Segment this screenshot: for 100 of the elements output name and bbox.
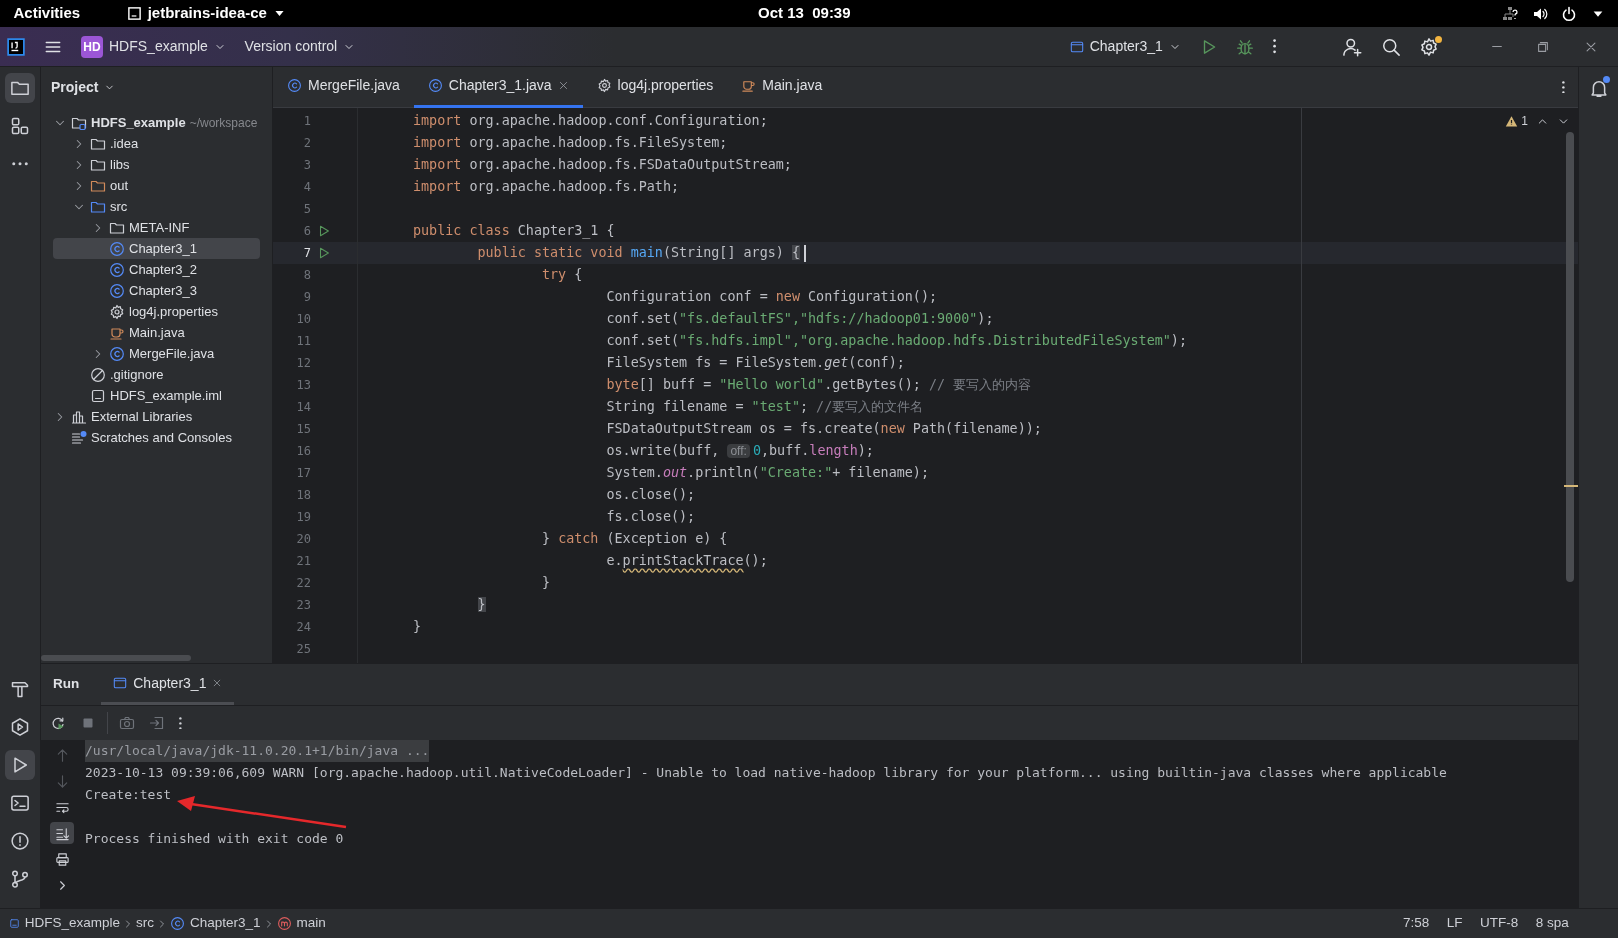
code-line: FSDataOutputStream os = fs.create(new Path(filename));: [605, 420, 1042, 438]
line-number: 10: [295, 311, 311, 328]
status-item[interactable]: 8 spa: [1533, 913, 1571, 934]
network-icon[interactable]: [1502, 5, 1518, 22]
console-output: Create:test: [85, 786, 172, 804]
vcs-menu[interactable]: Version control: [238, 32, 362, 61]
libraries-icon: [71, 408, 87, 425]
run-configuration[interactable]: Chapter3_1: [1063, 32, 1187, 61]
minimize-icon: [1492, 45, 1503, 48]
terminal-icon: [10, 793, 30, 813]
run-tab[interactable]: Chapter3_1: [101, 664, 235, 705]
add-user-icon: [1341, 36, 1362, 57]
project-name: HDFS_example: [109, 37, 208, 56]
code-line: }: [413, 618, 422, 636]
app-menu[interactable]: jetbrains-idea-ce: [120, 0, 292, 29]
status-item[interactable]: 7:58: [1400, 913, 1432, 934]
tree-item[interactable]: Chapter3_1: [53, 238, 260, 259]
line-number: 15: [295, 421, 311, 438]
code-line: System.out.println("Create:"+ filename);: [605, 464, 929, 482]
tree-item[interactable]: META-INF: [41, 217, 272, 238]
power-icon[interactable]: [1561, 5, 1577, 22]
debug-icon: [1236, 37, 1255, 56]
view-mode-dropdown[interactable]: Project: [51, 77, 116, 98]
tree-item[interactable]: .idea: [41, 133, 272, 154]
line-number: 22: [295, 575, 311, 592]
code-line: try {: [541, 266, 583, 284]
status-item[interactable]: LF: [1444, 913, 1465, 934]
close-icon[interactable]: [557, 80, 569, 91]
run-icon[interactable]: [317, 246, 331, 260]
tool-window-button[interactable]: [5, 750, 35, 780]
code-line: } catch (Exception e) {: [541, 530, 728, 548]
scroll-to-end-icon: [54, 825, 70, 841]
tree-item[interactable]: Main.java: [41, 322, 272, 343]
code-line: }: [541, 574, 551, 592]
camera-icon: [119, 715, 135, 731]
status-item[interactable]: UTF-8: [1477, 913, 1521, 934]
warning-count[interactable]: 1: [1504, 112, 1528, 130]
console-output: 2023-10-13 09:39:06,609 WARN [org.apache.hadoop.util.NativeCodeLoader] - Unable to load native-hadoop library for your platform... using builtin-java classes where applicable: [85, 764, 1447, 782]
class-icon: [109, 345, 125, 362]
window-icon: [113, 676, 128, 690]
line-number: 2: [302, 135, 311, 152]
code-line: os.write(buff, off: 0,buff.length);: [605, 442, 874, 460]
line-number: 4: [302, 179, 311, 196]
editor-tab[interactable]: MergeFile.java: [273, 66, 414, 108]
line-number: 11: [295, 333, 311, 350]
code-line: e.printStackTrace();: [605, 552, 768, 570]
editor-tab[interactable]: log4j.properties: [582, 66, 728, 108]
more-icon: [1273, 39, 1277, 54]
tree-item[interactable]: libs: [41, 154, 272, 175]
run-icon[interactable]: [317, 224, 331, 238]
tree-item[interactable]: HDFS_example ~/workspace: [41, 112, 272, 133]
breadcrumb[interactable]: Chapter3_1: [168, 913, 263, 934]
breadcrumb[interactable]: HDFS_example: [6, 913, 123, 934]
cup-icon: [741, 78, 757, 93]
class-icon: [109, 282, 125, 299]
tree-item[interactable]: MergeFile.java: [41, 343, 272, 364]
tree-item[interactable]: log4j.properties: [41, 301, 272, 322]
class-icon: [427, 78, 443, 93]
tree-item[interactable]: Chapter3_3: [41, 280, 272, 301]
clock[interactable]: Oct 13 09:39: [758, 2, 851, 25]
tree-item[interactable]: External Libraries: [41, 406, 272, 427]
problems-icon: [10, 831, 30, 851]
breadcrumb[interactable]: main: [274, 913, 328, 934]
tree-item[interactable]: .gitignore: [41, 364, 272, 385]
scratches-icon: [71, 429, 87, 446]
line-number: 17: [295, 465, 311, 482]
restore-icon: [1536, 39, 1550, 54]
editor-tab[interactable]: Main.java: [727, 66, 837, 108]
tree-item[interactable]: out: [41, 175, 272, 196]
close-icon[interactable]: [212, 678, 223, 688]
tree-item[interactable]: src: [41, 196, 272, 217]
hammer-icon: [10, 679, 30, 699]
class-icon: [109, 261, 125, 278]
tool-window-button[interactable]: [5, 73, 35, 103]
exit-message: Process finished with exit code 0: [85, 830, 344, 848]
scrollbar-thumb[interactable]: [41, 655, 191, 661]
scrollbar-thumb[interactable]: [1566, 132, 1574, 582]
window-icon: [1069, 39, 1084, 54]
tree-item[interactable]: HDFS_example.iml: [41, 385, 272, 406]
code-line: import org.apache.hadoop.conf.Configuration;: [413, 112, 768, 130]
method-icon: [276, 916, 292, 931]
tree-item[interactable]: Scratches and Consoles: [41, 427, 272, 448]
settings-icon: [1419, 36, 1440, 57]
line-number: 14: [295, 399, 311, 416]
line-number: 1: [302, 113, 311, 130]
rerun-icon: [50, 715, 66, 731]
module-icon: [8, 918, 20, 929]
code-line: import org.apache.hadoop.fs.FileSystem;: [413, 134, 728, 152]
app-icon: [126, 6, 142, 21]
console-tool-button[interactable]: [50, 822, 74, 844]
line-number: 19: [295, 509, 311, 526]
line-number: 16: [295, 443, 311, 460]
code-line: byte[] buff = "Hello world".getBytes(); // 要写入的内容: [605, 376, 1032, 394]
path-hint: ~/workspace: [189, 114, 258, 132]
breadcrumb[interactable]: src: [134, 913, 157, 934]
activities-button[interactable]: Activities: [13, 2, 81, 25]
line-number: 6: [302, 223, 311, 240]
tree-item[interactable]: Chapter3_2: [41, 259, 272, 280]
code-line: String filename = "test"; //要写入的文件名: [605, 398, 924, 416]
project-menu[interactable]: HD HDFS_example: [75, 31, 232, 62]
